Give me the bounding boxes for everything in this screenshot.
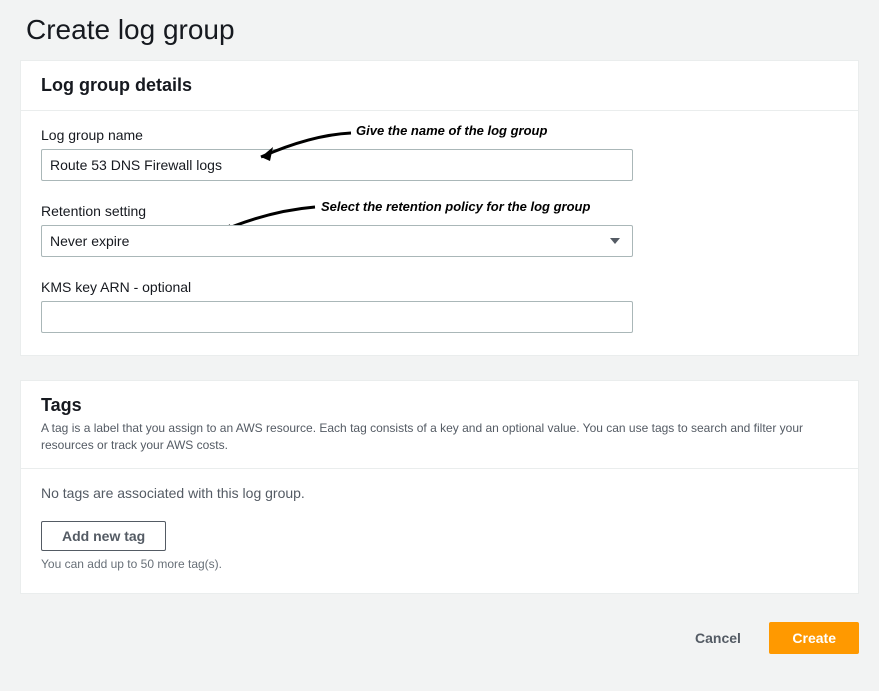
panel-header-tags: Tags A tag is a label that you assign to… (21, 381, 858, 469)
tags-panel: Tags A tag is a label that you assign to… (20, 380, 859, 594)
page-title: Create log group (20, 0, 859, 60)
create-button[interactable]: Create (769, 622, 859, 654)
retention-select[interactable]: Never expire (41, 225, 633, 257)
tags-empty-msg: No tags are associated with this log gro… (41, 485, 838, 501)
row-retention: Select the retention policy for the log … (41, 203, 838, 257)
annotation-name: Give the name of the log group (356, 123, 547, 138)
chevron-down-icon (610, 238, 620, 244)
add-new-tag-button[interactable]: Add new tag (41, 521, 166, 551)
footer-actions: Cancel Create (20, 618, 859, 654)
annotation-retention: Select the retention policy for the log … (321, 199, 590, 214)
tags-description: A tag is a label that you assign to an A… (41, 420, 838, 454)
cancel-button[interactable]: Cancel (677, 622, 759, 654)
kms-input[interactable] (41, 301, 633, 333)
log-group-name-input[interactable] (41, 149, 633, 181)
details-body: Give the name of the log group Log group… (21, 111, 858, 355)
details-panel: Log group details Give the name of the l… (20, 60, 859, 356)
kms-label: KMS key ARN - optional (41, 279, 838, 295)
row-log-group-name: Give the name of the log group Log group… (41, 127, 838, 181)
retention-selected-value: Never expire (50, 233, 610, 249)
tags-body: No tags are associated with this log gro… (21, 469, 858, 593)
tags-heading: Tags (41, 395, 838, 416)
panel-header-details: Log group details (21, 61, 858, 111)
tags-limit-hint: You can add up to 50 more tag(s). (41, 557, 838, 571)
row-kms: KMS key ARN - optional (41, 279, 838, 333)
details-heading: Log group details (41, 75, 838, 96)
